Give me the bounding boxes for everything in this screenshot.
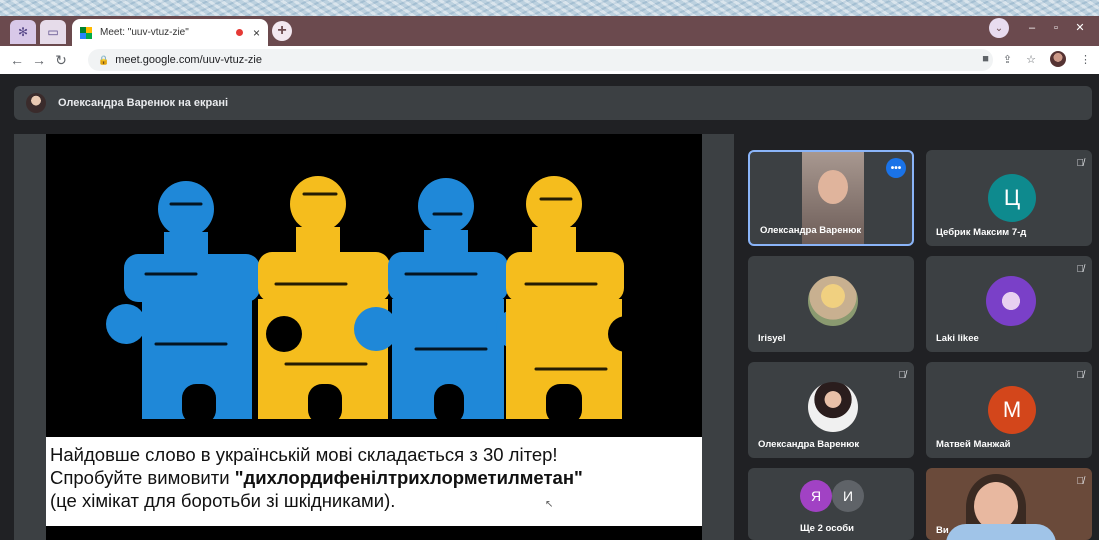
gear-icon: ✻ — [17, 25, 29, 39]
puzzle-people-illustration — [106, 176, 644, 424]
participant-tile[interactable]: 🎙̸ Олександра Варенюк — [748, 362, 914, 458]
caption-word: "дихлордифенілтрихлорметилметан" — [234, 467, 583, 488]
caption-line-2: Спробуйте вимовити — [50, 467, 235, 488]
browser-window: ✻ ▭ Meet: "uuv-vtuz-zie" × + ⌄ – ▫ ✕ ← →… — [0, 16, 1099, 540]
presenter-avatar — [26, 93, 46, 113]
new-tab-button[interactable]: + — [272, 21, 292, 41]
tab-strip: ✻ ▭ Meet: "uuv-vtuz-zie" × + ⌄ – ▫ ✕ — [0, 16, 1099, 46]
participant-tile[interactable]: 🎙̸ Ц Цебрик Максим 7-д — [926, 150, 1092, 246]
participant-tile-others[interactable]: Я И Ще 2 особи — [748, 468, 914, 540]
participant-tile-self[interactable]: 🎙̸ Ви — [926, 468, 1092, 540]
forward-button[interactable]: → — [28, 52, 50, 68]
url-text: meet.google.com/uuv-vtuz-zie — [115, 54, 262, 66]
close-window-button[interactable]: ✕ — [1071, 22, 1089, 34]
back-button[interactable]: ← — [6, 52, 28, 68]
pinned-tab-1[interactable]: ✻ — [10, 20, 36, 44]
mic-off-icon: 🎙̸ — [898, 370, 907, 381]
participant-tile-presenter[interactable]: ••• Олександра Варенюк — [748, 150, 914, 246]
tab-close-button[interactable]: × — [253, 26, 260, 40]
slide-caption: Найдовше слово в українській мові склада… — [46, 437, 702, 526]
share-icon[interactable]: ⇪ — [1003, 53, 1012, 66]
minimize-button[interactable]: – — [1023, 22, 1041, 34]
participant-avatar: И — [832, 480, 864, 512]
pinned-tab-2[interactable]: ▭ — [40, 20, 66, 44]
participant-name: Ще 2 особи — [800, 523, 854, 534]
more-options-button[interactable]: ••• — [886, 158, 906, 178]
participant-avatar — [808, 382, 858, 432]
window-controls: ⌄ – ▫ ✕ — [989, 18, 1089, 38]
caption-line-3: (це хімікат для боротьби зі шкідниками). — [50, 490, 396, 511]
mic-off-icon: 🎙̸ — [1076, 264, 1085, 275]
presentation-stage: Найдовше слово в українській мові склада… — [14, 134, 734, 540]
profile-avatar[interactable] — [1050, 51, 1066, 67]
participant-name: Цебрик Максим 7-д — [936, 227, 1027, 238]
bookmark-star-icon[interactable]: ☆ — [1026, 53, 1036, 66]
chevron-down-icon[interactable]: ⌄ — [989, 18, 1009, 38]
participant-face — [974, 482, 1018, 530]
camera-icon[interactable]: ■ — [982, 53, 989, 65]
participant-name: Матвей Манжай — [936, 439, 1011, 450]
mic-off-icon: 🎙̸ — [1076, 158, 1085, 169]
mouse-cursor-icon: ↖ — [545, 499, 554, 510]
participant-avatar — [808, 276, 858, 326]
participant-tile[interactable]: 🎙̸ Laki likee — [926, 256, 1092, 352]
presenting-banner: Олександра Варенюк на екрані — [14, 86, 1092, 120]
participant-tile[interactable]: Irisyel — [748, 256, 914, 352]
meet-logo-icon — [80, 26, 92, 39]
meet-view: Олександра Варенюк на екрані Найдовше сл… — [0, 74, 1099, 540]
address-bar[interactable]: 🔒 meet.google.com/uuv-vtuz-zie — [88, 49, 993, 71]
menu-dots-icon[interactable]: ⋮ — [1080, 53, 1091, 66]
mic-off-icon: 🎙̸ — [1076, 476, 1085, 487]
browser-toolbar: ← → ↻ 🔒 meet.google.com/uuv-vtuz-zie ■ ⇪… — [0, 46, 1099, 74]
presentation-slide: Найдовше слово в українській мові склада… — [46, 134, 702, 540]
maximize-button[interactable]: ▫ — [1047, 22, 1065, 34]
participant-name: Олександра Варенюк — [760, 225, 862, 236]
reload-button[interactable]: ↻ — [50, 52, 72, 69]
participant-name: Ви — [936, 525, 949, 536]
participant-avatar: М — [988, 386, 1036, 434]
participant-avatar: Ц — [988, 174, 1036, 222]
participant-name: Irisyel — [758, 333, 786, 344]
participant-name: Laki likee — [936, 333, 979, 344]
toolbar-actions: ■ ⇪ ☆ ⋮ — [982, 51, 1091, 67]
tab-meet[interactable]: Meet: "uuv-vtuz-zie" × — [72, 19, 268, 46]
participant-avatar: Я — [800, 480, 832, 512]
presenter-banner-text: Олександра Варенюк на екрані — [58, 97, 229, 109]
participant-name: Олександра Варенюк — [758, 439, 860, 450]
participant-tile[interactable]: 🎙̸ М Матвей Манжай — [926, 362, 1092, 458]
participant-shirt — [946, 524, 1056, 540]
caption-line-1: Найдовше слово в українській мові склада… — [50, 444, 558, 465]
tab-title: Meet: "uuv-vtuz-zie" — [100, 27, 189, 38]
notes-icon: ▭ — [47, 25, 59, 39]
participant-avatar — [986, 276, 1036, 326]
recording-dot-icon — [235, 29, 243, 36]
mic-off-icon: 🎙̸ — [1076, 370, 1085, 381]
lock-icon: 🔒 — [98, 54, 110, 65]
